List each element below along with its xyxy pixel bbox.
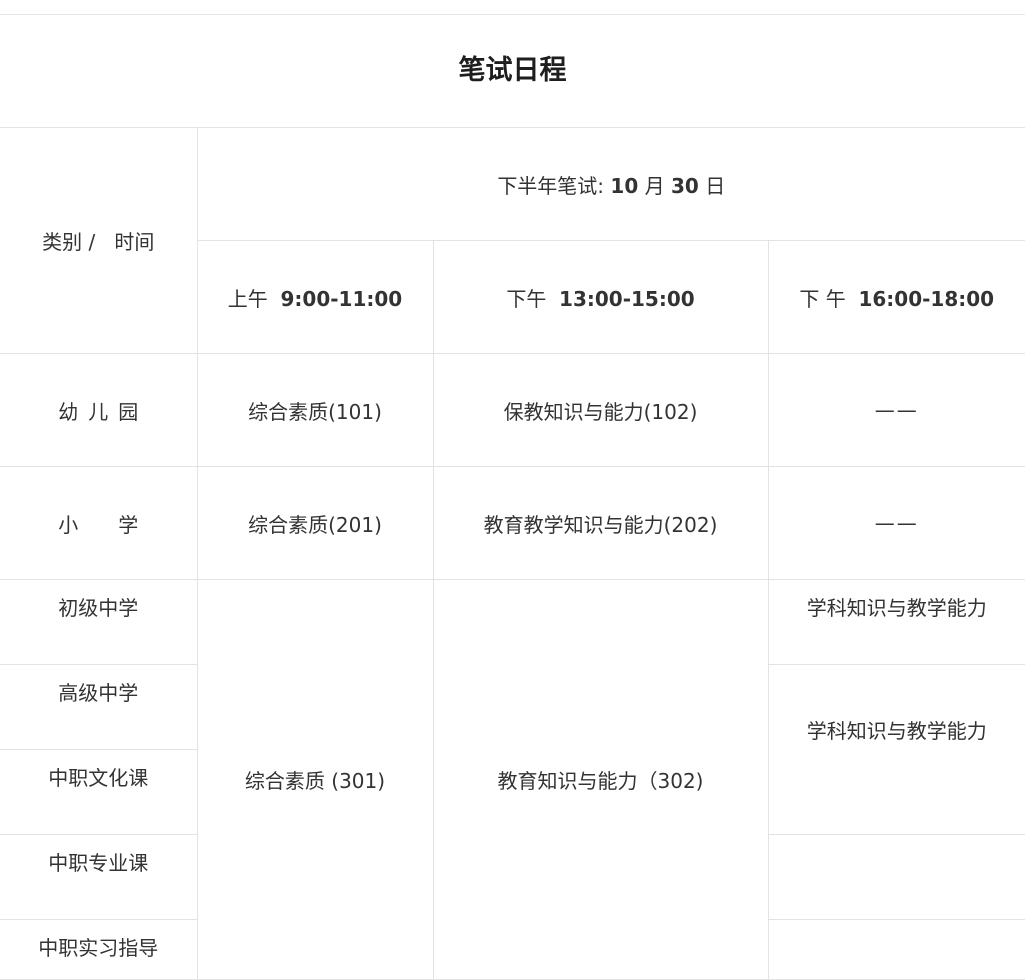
exam-date-header: 下半年笔试: 10 月 30 日 (196, 127, 1025, 241)
table-row: 幼儿园 综合素质(101) 保教知识与能力(102) —— (0, 353, 1025, 467)
slot-afternoon-1: 下午 13:00-15:00 (432, 240, 769, 354)
page-title: 笔试日程 (0, 14, 1025, 127)
table-row: 小 学 综合素质(201) 教育教学知识与能力(202) —— (0, 466, 1025, 580)
category-vocational-culture: 中职文化课 (0, 749, 197, 835)
slot-afternoon-2-time: 16:00-18:00 (858, 286, 995, 311)
category-time-header: 类别 / 时间 (0, 127, 198, 354)
category-primary: 小 学 (0, 466, 198, 580)
exam-subject-shared-s1: 综合素质 (301) (196, 579, 434, 980)
category-vocational-intern: 中职实习指导 (0, 919, 198, 980)
schedule-page: 笔试日程 类别 / 时间 下半年笔试: 10 月 30 日 上午 9:00-11… (0, 0, 1025, 980)
table-row: 初级中学 综合素质 (301) 教育知识与能力（302) 学科知识与教学能力 (0, 579, 1025, 980)
exam-subject-cell: 学科知识与教学能力 (767, 664, 1025, 835)
slot-morning: 上午 9:00-11:00 (197, 240, 434, 354)
slot-morning-time: 9:00-11:00 (280, 286, 403, 311)
exam-subject-cell: 教育教学知识与能力(202) (432, 466, 769, 580)
category-label: 小 学 (58, 512, 149, 537)
slot-afternoon-2-period: 下 午 (799, 286, 846, 311)
empty-cell (767, 919, 1025, 980)
category-junior: 初级中学 (0, 579, 198, 665)
exam-day-unit: 日 (705, 173, 726, 198)
category-senior: 高级中学 (0, 664, 198, 750)
exam-subject-cell: 保教知识与能力(102) (432, 353, 769, 467)
exam-schedule-table: 类别 / 时间 下半年笔试: 10 月 30 日 上午 9:00-11:00 下… (0, 127, 1025, 980)
exam-subject-cell: 学科知识与教学能力 (767, 579, 1025, 665)
exam-subject-shared-s2: 教育知识与能力（302) (432, 579, 769, 980)
category-vocational-major: 中职专业课 (0, 834, 198, 920)
exam-subject-cell: 综合素质(101) (196, 353, 434, 467)
empty-cell (767, 834, 1025, 920)
slot-afternoon-1-time: 13:00-15:00 (559, 286, 695, 311)
exam-day: 30 (670, 173, 699, 198)
exam-month: 10 (610, 173, 639, 198)
table-header-row: 类别 / 时间 下半年笔试: 10 月 30 日 (0, 127, 1025, 354)
slot-morning-period: 上午 (227, 286, 268, 311)
category-label: 幼儿园 (58, 399, 149, 424)
exam-month-unit: 月 (644, 173, 665, 198)
no-exam-dash: —— (767, 353, 1025, 467)
no-exam-dash: —— (767, 466, 1025, 580)
slot-afternoon-1-period: 下午 (506, 286, 547, 311)
exam-subject-cell: 综合素质(201) (196, 466, 434, 580)
exam-date-prefix: 下半年笔试: (497, 173, 605, 198)
category-kindergarten: 幼儿园 (0, 353, 198, 467)
category-time-label: 类别 / 时间 (42, 230, 155, 254)
slot-afternoon-2: 下 午 16:00-18:00 (767, 240, 1025, 354)
